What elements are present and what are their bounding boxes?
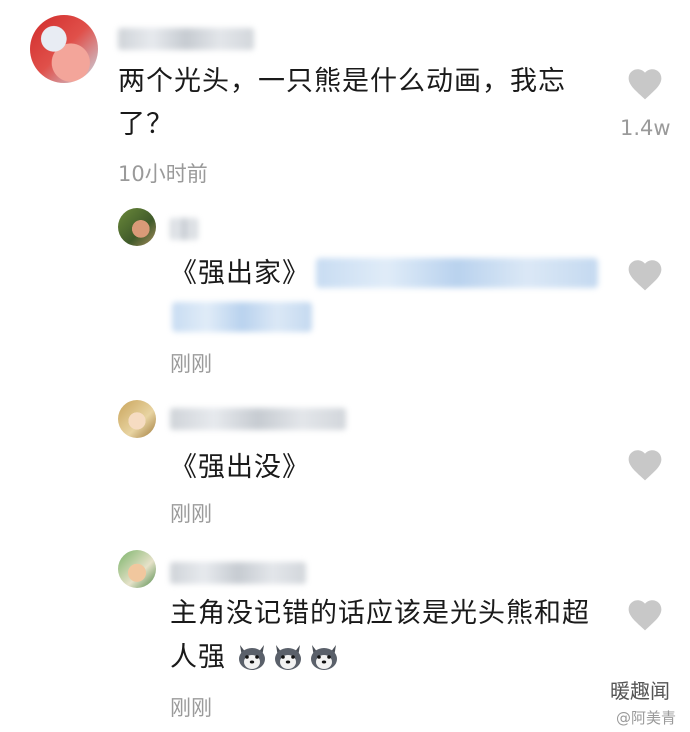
reply-text-line1: 主角没记错的话应该是光头熊和超 [170,598,590,629]
reply-text-line2: 人强 [170,636,344,680]
username-blurred[interactable] [170,562,306,584]
reply-2: 《强出没》 刚刚 [0,390,690,540]
like-count: 1.4w [620,116,671,140]
avatar[interactable] [118,400,156,438]
husky-emoji-icon [310,645,337,670]
main-comment: 两个光头，一只熊是什么动画，我忘 了？ 10小时前 1.4w [0,0,690,200]
username-blurred[interactable] [170,218,198,240]
reply-time: 刚刚 [170,502,212,526]
reply-time: 刚刚 [170,696,212,720]
heart-icon[interactable] [625,596,665,632]
comment-text-line2: 了？ [118,109,174,140]
heart-icon[interactable] [625,256,665,292]
link-blurred-line2[interactable] [172,302,312,332]
reply-time: 刚刚 [170,352,212,376]
username-blurred[interactable] [170,408,346,430]
reply-1: 《强出家》 刚刚 [0,200,690,390]
heart-icon[interactable] [625,446,665,482]
link-blurred[interactable] [316,258,598,288]
reply-text: 《强出没》 [170,452,310,483]
avatar[interactable] [118,550,156,588]
avatar[interactable] [30,15,98,83]
watermark-sub: @阿美青 [615,709,676,727]
husky-emoji-icon [274,645,301,670]
watermark-title: 暖趣闻 [610,679,670,703]
avatar[interactable] [118,208,156,246]
comment-text-line1: 两个光头，一只熊是什么动画，我忘 [118,66,566,97]
username-blurred[interactable] [118,28,254,50]
reply-text: 《强出家》 [170,258,310,289]
heart-icon[interactable] [625,65,665,101]
reply-3: 主角没记错的话应该是光头熊和超 人强 刚刚 [0,540,690,732]
comment-time: 10小时前 [118,162,208,186]
reply-text-line2-text: 人强 [170,642,226,673]
husky-emoji-icon [238,645,265,670]
